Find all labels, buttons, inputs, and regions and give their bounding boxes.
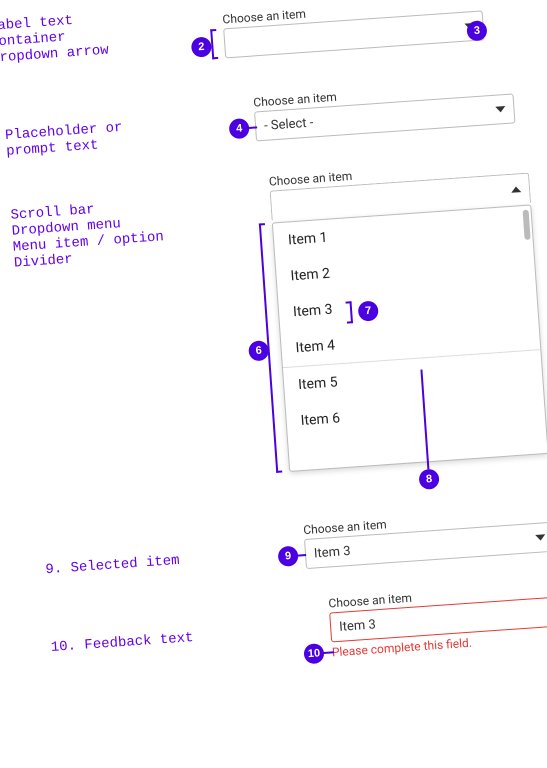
legend-block-3: Scroll bar Dropdown menu Menu item / opt… bbox=[10, 197, 165, 271]
select-selected-section: Choose an item Item 3 bbox=[303, 506, 547, 569]
legend-feedback-text: 10. Feedback text bbox=[50, 630, 194, 656]
select-placeholder-section: Choose an item - Select - bbox=[253, 77, 516, 141]
select-value: Item 3 bbox=[339, 617, 377, 635]
legend-selected-item: 9. Selected item bbox=[45, 553, 180, 578]
bracket-2-icon bbox=[210, 29, 218, 59]
chevron-down-icon bbox=[535, 534, 545, 541]
badge-8: 8 bbox=[418, 469, 439, 490]
badge-6: 6 bbox=[248, 340, 269, 361]
badge-10: 10 bbox=[303, 643, 324, 664]
dropdown-menu: Item 1 Item 2 Item 3 Item 4 Item 5 Item … bbox=[272, 204, 547, 472]
select-expanded-section: Choose an item Item 1 Item 2 Item 3 Item… bbox=[268, 157, 547, 472]
chevron-down-icon bbox=[495, 106, 505, 113]
legend-block-2: Placeholder or prompt text bbox=[5, 120, 125, 160]
badge-4: 4 bbox=[229, 118, 250, 139]
chevron-up-icon bbox=[511, 186, 521, 193]
select-value: - Select - bbox=[264, 115, 314, 133]
badge-9: 9 bbox=[277, 546, 298, 567]
select-value: Item 3 bbox=[313, 543, 351, 561]
legend-block-1: abel text ontainer ropdown arrow bbox=[0, 11, 109, 67]
select-error-section: Choose an item Item 3 Please complete th… bbox=[328, 581, 547, 660]
badge-2: 2 bbox=[191, 36, 212, 57]
select-empty-section: Choose an item bbox=[222, 0, 485, 58]
